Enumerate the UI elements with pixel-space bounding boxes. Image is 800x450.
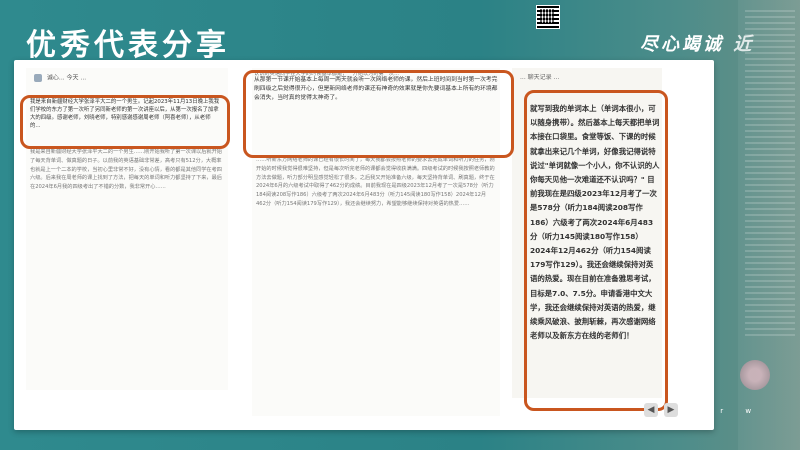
right-top-text: ... 聊天记录 ... — [520, 74, 560, 81]
qr-code-pattern — [540, 9, 554, 23]
slogan-main: 尽心竭诚 — [640, 34, 724, 55]
avatar — [34, 74, 42, 82]
prev-slide-button[interactable]: ◀ — [644, 403, 658, 417]
chat-header: 诚心... 今天 ... — [34, 74, 86, 83]
left-body-text: 我是来自新疆财经大学张泽平大二的一个男生……刚开始我听了第一次课以后就开始了每天… — [30, 149, 222, 191]
next-slide-button[interactable]: ▶ — [664, 403, 678, 417]
org-name: 大学生学习与发展中心 — [78, 407, 188, 420]
brand-logo: 新东方 — [32, 405, 74, 421]
decorative-lines — [745, 10, 795, 340]
side-decor-text: er w — [706, 407, 762, 415]
slogan-tail: 近 — [733, 34, 755, 55]
chat-header-text: 诚心... 今天 ... — [46, 74, 87, 82]
slide-title: 优秀代表分享 — [26, 28, 230, 63]
middle-highlight-text: 从那第一节课开始基本上每周一两天就会听一次网络老师的课，然后上班时间到当时第一次… — [254, 77, 498, 101]
left-highlight-text: 我是来自新疆财经大学张泽平大二的一个男生。记起2023年11月13日晚上我我们学… — [30, 99, 220, 129]
slogan: 尽心竭诚 近 — [640, 30, 754, 56]
middle-body-text: ……听新东方网络老师的课已经有很长时间了，每天我都会按照老师的要求去完成单词和听… — [256, 157, 495, 207]
emblem-icon — [740, 360, 770, 390]
right-highlight-text: 就写到我的单词本上（单词本很小，可以随身携带）。然后基本上每天都把单词本接在口袋… — [530, 104, 660, 341]
